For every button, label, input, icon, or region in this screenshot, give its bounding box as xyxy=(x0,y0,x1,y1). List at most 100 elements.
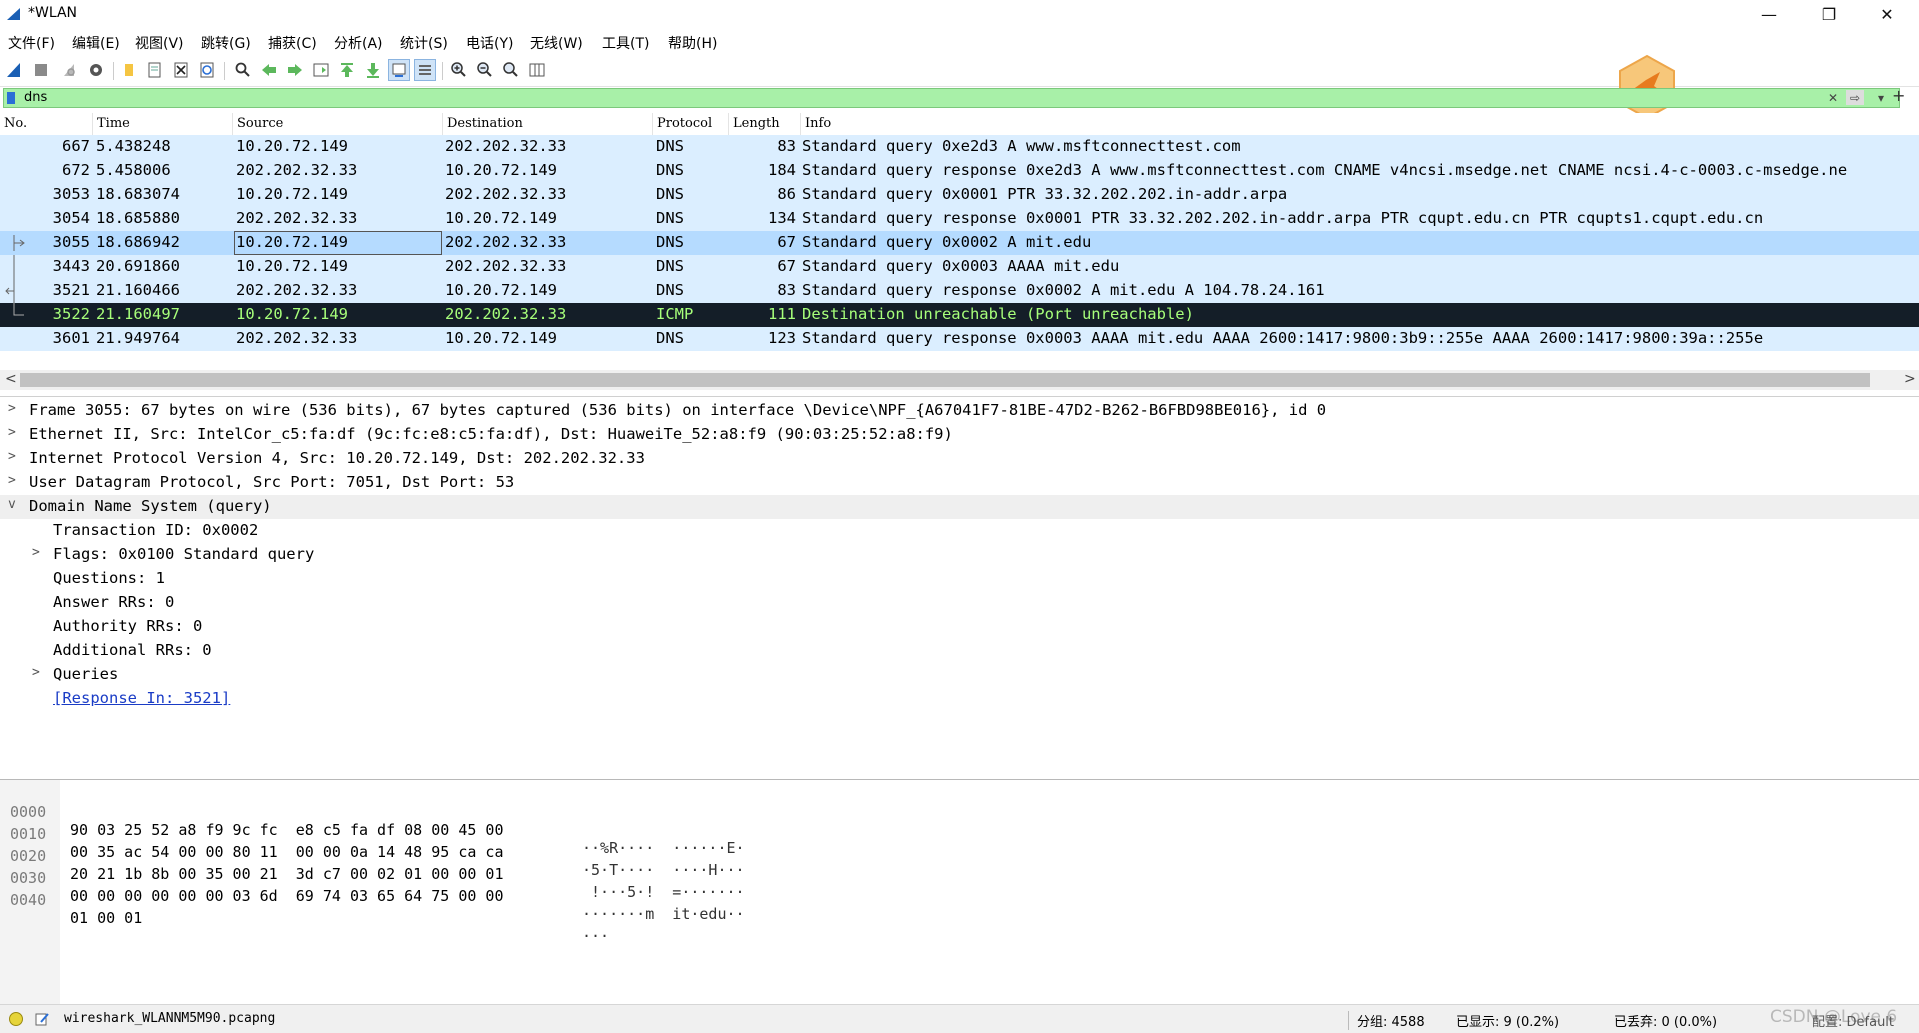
packet-row-icmp[interactable]: 3522 21.160497 10.20.72.149 202.202.32.3… xyxy=(0,303,1919,327)
first-packet-icon[interactable] xyxy=(336,59,358,81)
options-gear-icon[interactable] xyxy=(85,59,107,81)
scroll-thumb[interactable] xyxy=(20,373,1870,387)
colorize-icon[interactable] xyxy=(414,59,436,81)
byte-ascii[interactable]: ··· xyxy=(582,927,609,945)
detail-row-questions[interactable]: Questions: 1 xyxy=(0,567,1919,591)
collapse-arrow-icon[interactable]: v xyxy=(8,497,22,512)
expand-arrow-icon[interactable]: > xyxy=(32,545,46,560)
last-packet-icon[interactable] xyxy=(362,59,384,81)
expand-arrow-icon[interactable]: > xyxy=(32,665,46,680)
byte-hex[interactable]: 90 03 25 52 a8 f9 9c fc e8 c5 fa df 08 0… xyxy=(70,821,503,839)
detail-text: Answer RRs: 0 xyxy=(53,593,175,611)
response-in-link[interactable]: [Response In: 3521] xyxy=(53,689,230,707)
detail-row-response-in[interactable]: [Response In: 3521] xyxy=(0,687,1919,711)
scroll-right-icon[interactable]: > xyxy=(1904,371,1916,387)
menu-telephony[interactable]: 电话(Y) xyxy=(466,33,513,53)
stop-icon[interactable] xyxy=(30,59,52,81)
col-header-source[interactable]: Source xyxy=(232,113,442,135)
menu-file[interactable]: 文件(F) xyxy=(8,33,55,53)
packet-row[interactable]: 3054 18.685880 202.202.32.33 10.20.72.14… xyxy=(0,207,1919,231)
col-header-destination[interactable]: Destination xyxy=(442,113,652,135)
packet-row[interactable]: 3601 21.949764 202.202.32.33 10.20.72.14… xyxy=(0,327,1919,351)
packet-protocol: DNS xyxy=(656,233,684,251)
packet-row[interactable]: 3521 21.160466 202.202.32.33 10.20.72.14… xyxy=(0,279,1919,303)
clear-filter-button[interactable]: ✕ xyxy=(1828,90,1838,105)
packet-row[interactable]: 3053 18.683074 10.20.72.149 202.202.32.3… xyxy=(0,183,1919,207)
byte-hex[interactable]: 01 00 01 xyxy=(70,909,142,927)
byte-hex[interactable]: 00 35 ac 54 00 00 80 11 00 00 0a 14 48 9… xyxy=(70,843,503,861)
window-title: *WLAN xyxy=(28,5,78,21)
expand-arrow-icon[interactable]: > xyxy=(8,473,22,488)
col-header-protocol[interactable]: Protocol xyxy=(652,113,728,135)
col-header-length[interactable]: Length xyxy=(728,113,800,135)
detail-row-ip[interactable]: > Internet Protocol Version 4, Src: 10.2… xyxy=(0,447,1919,471)
restore-button[interactable]: ❐ xyxy=(1806,0,1852,28)
close-file-icon[interactable] xyxy=(170,59,192,81)
autoscroll-icon[interactable] xyxy=(388,59,410,81)
menu-tools[interactable]: 工具(T) xyxy=(602,33,649,53)
zoom-in-icon[interactable] xyxy=(448,59,470,81)
byte-hex[interactable]: 20 21 1b 8b 00 35 00 21 3d c7 00 02 01 0… xyxy=(70,865,503,883)
add-filter-button[interactable]: + xyxy=(1892,86,1905,105)
packet-list-hscrollbar[interactable]: < > xyxy=(0,370,1919,390)
detail-row-udp[interactable]: > User Datagram Protocol, Src Port: 7051… xyxy=(0,471,1919,495)
packet-row[interactable]: 672 5.458006 202.202.32.33 10.20.72.149 … xyxy=(0,159,1919,183)
status-bar: wireshark_WLANNM5M90.pcapng 分组: 4588 已显示… xyxy=(0,1004,1919,1033)
expand-arrow-icon[interactable]: > xyxy=(8,449,22,464)
open-folder-icon[interactable] xyxy=(118,59,140,81)
detail-row-frame[interactable]: > Frame 3055: 67 bytes on wire (536 bits… xyxy=(0,399,1919,423)
restart-icon[interactable] xyxy=(58,59,80,81)
go-forward-icon[interactable] xyxy=(284,59,306,81)
detail-row-ethernet[interactable]: > Ethernet II, Src: IntelCor_c5:fa:df (9… xyxy=(0,423,1919,447)
detail-row-answer-rrs[interactable]: Answer RRs: 0 xyxy=(0,591,1919,615)
byte-ascii[interactable]: ·······m it·edu·· xyxy=(582,905,745,923)
filter-dropdown-icon[interactable]: ▾ xyxy=(1878,90,1884,105)
detail-row-queries[interactable]: > Queries xyxy=(0,663,1919,687)
close-button[interactable]: ✕ xyxy=(1864,0,1910,28)
find-icon[interactable] xyxy=(232,59,254,81)
packet-info: Standard query response 0x0002 A mit.edu… xyxy=(802,281,1325,299)
apply-filter-button[interactable]: ⇨ xyxy=(1846,90,1865,105)
byte-ascii[interactable]: ·5·T···· ····H··· xyxy=(582,861,745,879)
detail-row-additional-rrs[interactable]: Additional RRs: 0 xyxy=(0,639,1919,663)
detail-row-authority-rrs[interactable]: Authority RRs: 0 xyxy=(0,615,1919,639)
detail-row-flags[interactable]: > Flags: 0x0100 Standard query xyxy=(0,543,1919,567)
byte-hex[interactable]: 00 00 00 00 00 00 03 6d 69 74 03 65 64 7… xyxy=(70,887,503,905)
scroll-left-icon[interactable]: < xyxy=(5,371,17,387)
menu-statistics[interactable]: 统计(S) xyxy=(400,33,448,53)
reload-icon[interactable] xyxy=(196,59,218,81)
byte-ascii[interactable]: !···5·! =······· xyxy=(582,883,745,901)
col-header-no[interactable]: No. xyxy=(0,113,92,135)
expand-arrow-icon[interactable]: > xyxy=(8,425,22,440)
zoom-out-icon[interactable] xyxy=(474,59,496,81)
detail-row-transaction-id[interactable]: Transaction ID: 0x0002 xyxy=(0,519,1919,543)
go-to-packet-icon[interactable] xyxy=(310,59,332,81)
menu-wireless[interactable]: 无线(W) xyxy=(530,33,583,53)
packet-row-selected[interactable]: 3055 18.686942 10.20.72.149 202.202.32.3… xyxy=(0,231,1919,255)
menu-view[interactable]: 视图(V) xyxy=(135,33,184,53)
minimize-button[interactable]: — xyxy=(1746,0,1792,28)
packet-destination: 10.20.72.149 xyxy=(445,209,557,227)
normal-size-icon[interactable] xyxy=(500,59,522,81)
packet-row[interactable]: 667 5.438248 10.20.72.149 202.202.32.33 … xyxy=(0,135,1919,159)
packet-row[interactable]: 3443 20.691860 10.20.72.149 202.202.32.3… xyxy=(0,255,1919,279)
menu-capture[interactable]: 捕获(C) xyxy=(268,33,317,53)
bookmark-icon[interactable] xyxy=(6,91,16,105)
col-header-time[interactable]: Time xyxy=(92,113,232,135)
shark-fin-start-icon[interactable] xyxy=(3,59,25,81)
expert-info-icon[interactable] xyxy=(8,1011,24,1027)
detail-row-dns[interactable]: v Domain Name System (query) xyxy=(0,495,1919,519)
expand-arrow-icon[interactable]: > xyxy=(8,401,22,416)
byte-ascii[interactable]: ··%R···· ······E· xyxy=(582,839,745,857)
save-file-icon[interactable] xyxy=(144,59,166,81)
menu-analyze[interactable]: 分析(A) xyxy=(334,33,383,53)
bytes-row: 0030 00 00 00 00 00 00 03 6d 69 74 03 65… xyxy=(0,851,745,923)
menu-edit[interactable]: 编辑(E) xyxy=(72,33,120,53)
edit-comment-icon[interactable] xyxy=(34,1011,50,1027)
menu-go[interactable]: 跳转(G) xyxy=(201,33,251,53)
display-filter-input[interactable] xyxy=(24,90,1724,105)
go-back-icon[interactable] xyxy=(258,59,280,81)
col-header-info[interactable]: Info xyxy=(800,113,1919,135)
menu-help[interactable]: 帮助(H) xyxy=(668,33,717,53)
resize-columns-icon[interactable] xyxy=(526,59,548,81)
